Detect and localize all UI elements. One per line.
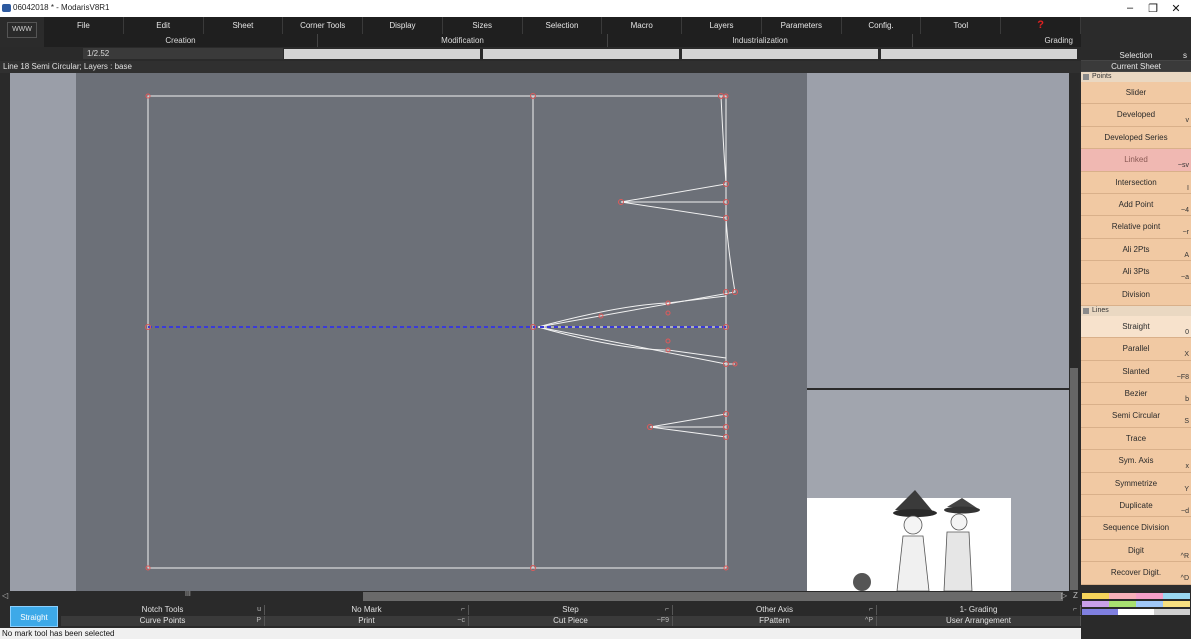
- tool-label: Semi Circular: [1111, 411, 1160, 421]
- tool-label: Add Point: [1118, 199, 1154, 209]
- tool-semi-circular[interactable]: Semi Circular S: [1081, 405, 1191, 428]
- grading-button[interactable]: 1- Grading ⌐: [877, 605, 1081, 615]
- tool-intersection[interactable]: Intersection I: [1081, 171, 1191, 194]
- tool-digit[interactable]: Digit ^R: [1081, 539, 1191, 563]
- tool-label: Intersection: [1115, 177, 1157, 187]
- button-label: Curve Points: [139, 616, 186, 625]
- tool-ali-2pts[interactable]: Ali 2Pts A: [1081, 238, 1191, 262]
- tool-division[interactable]: Division: [1081, 283, 1191, 306]
- current-sheet-button[interactable]: Current Sheet: [1081, 61, 1191, 72]
- button-label: FPattern: [759, 616, 790, 625]
- button-label: Step: [562, 605, 579, 614]
- print-button[interactable]: Print ~c: [265, 616, 469, 626]
- message-bar: No mark tool has been selected: [0, 628, 1081, 639]
- curve-points-button[interactable]: Curve Points P: [61, 616, 265, 626]
- size-palette[interactable]: [1081, 590, 1191, 639]
- scroll-left-arrow[interactable]: ◁: [2, 591, 8, 600]
- cut-piece-button[interactable]: Cut Piece ~F9: [469, 616, 673, 626]
- button-shortcut: ⌐: [664, 606, 669, 613]
- button-label: Other Axis: [756, 605, 793, 614]
- button-shortcut: ⌐: [1072, 606, 1077, 613]
- button-label: No Mark: [351, 605, 382, 614]
- tool-developed-series[interactable]: Developed Series: [1081, 126, 1191, 150]
- selection-shortcut: s: [1183, 51, 1187, 60]
- tool-trace[interactable]: Trace: [1081, 427, 1191, 451]
- button-shortcut: ⌐: [868, 606, 873, 613]
- tool-label: Straight: [1122, 321, 1150, 331]
- palette-row[interactable]: [1082, 601, 1190, 607]
- tool-label: Linked: [1124, 155, 1148, 165]
- tool-label: Division: [1121, 289, 1150, 299]
- button-label: Notch Tools: [141, 605, 184, 614]
- tool-ali-3pts[interactable]: Ali 3Pts ~a: [1081, 261, 1191, 284]
- scroll-grip: III: [185, 591, 191, 598]
- tool-label: Relative point: [1111, 222, 1161, 232]
- fpattern-button[interactable]: FPattern ^P: [673, 616, 877, 626]
- tool-label: Bezier: [1124, 389, 1148, 399]
- tool-bezier[interactable]: Bezier b: [1081, 383, 1191, 406]
- tool-symmetrize[interactable]: Symmetrize Y: [1081, 472, 1191, 496]
- tool-relative-point[interactable]: Relative point ~r: [1081, 216, 1191, 239]
- tool-label: Developed: [1116, 110, 1156, 120]
- button-shortcut: ~c: [457, 617, 465, 624]
- tool-linked[interactable]: Linked ~sv: [1081, 149, 1191, 172]
- horizontal-scroll-thumb[interactable]: [363, 592, 1063, 601]
- selection-label: Selection: [1119, 51, 1153, 60]
- tool-label: Duplicate: [1119, 501, 1153, 511]
- selection-header[interactable]: Selection s: [1081, 50, 1191, 61]
- tool-slanted[interactable]: Slanted ~F8: [1081, 360, 1191, 384]
- scroll-right-arrow[interactable]: ▷: [1061, 591, 1067, 600]
- tool-sym-axis[interactable]: Sym. Axis x: [1081, 450, 1191, 473]
- user-arrangement-button[interactable]: User Arrangement: [877, 616, 1081, 626]
- tool-straight[interactable]: Straight 0: [1081, 315, 1191, 339]
- button-shortcut: ~F9: [656, 617, 669, 624]
- tool-slider[interactable]: Slider: [1081, 82, 1191, 105]
- tool-label: Developed Series: [1104, 132, 1168, 142]
- button-label: Cut Piece: [553, 616, 588, 625]
- horizontal-scrollbar[interactable]: ◁ III ▷ Z: [0, 591, 1081, 602]
- tool-label: Slanted: [1122, 366, 1150, 376]
- tool-label: Symmetrize: [1114, 478, 1158, 488]
- zoom-z-label[interactable]: Z: [1073, 591, 1078, 600]
- tool-label: Ali 2Pts: [1122, 244, 1150, 254]
- tool-label: Ali 3Pts: [1122, 267, 1150, 277]
- tool-shortcut: ^D: [1180, 575, 1189, 583]
- tool-duplicate[interactable]: Duplicate ~d: [1081, 495, 1191, 518]
- button-label: Print: [358, 616, 375, 625]
- tool-add-point[interactable]: Add Point ~4: [1081, 193, 1191, 217]
- button-shortcut: ⌐: [460, 606, 465, 613]
- active-tool-indicator[interactable]: Straight: [10, 606, 58, 627]
- tool-label: Recover Digit.: [1110, 568, 1162, 578]
- tool-parallel[interactable]: Parallel X: [1081, 338, 1191, 361]
- tool-label: Sequence Division: [1102, 523, 1170, 533]
- tool-panel: Selection s Current Sheet Points Slider …: [1081, 50, 1191, 590]
- tool-label: Slider: [1125, 88, 1147, 97]
- pattern-drawing[interactable]: [0, 0, 1191, 639]
- notch-tools-button[interactable]: Notch Tools u: [61, 605, 265, 615]
- button-shortcut: u: [257, 606, 261, 613]
- button-shortcut: P: [256, 617, 261, 624]
- palette-row[interactable]: [1082, 593, 1190, 599]
- tool-label: Digit: [1127, 545, 1144, 555]
- no-mark-button[interactable]: No Mark ⌐: [265, 605, 469, 615]
- tool-label: Trace: [1125, 433, 1147, 443]
- points-section-header[interactable]: Points: [1081, 72, 1191, 82]
- button-label: User Arrangement: [946, 616, 1011, 625]
- palette-row[interactable]: [1082, 609, 1190, 615]
- button-shortcut: ^P: [865, 617, 873, 624]
- tool-sequence-division[interactable]: Sequence Division: [1081, 517, 1191, 540]
- button-label: 1- Grading: [959, 605, 998, 614]
- step-button[interactable]: Step ⌐: [469, 605, 673, 615]
- other-axis-button[interactable]: Other Axis ⌐: [673, 605, 877, 615]
- tool-label: Parallel: [1122, 344, 1150, 354]
- tool-label: Sym. Axis: [1118, 456, 1154, 466]
- tool-developed[interactable]: Developed v: [1081, 104, 1191, 127]
- lines-section-header[interactable]: Lines: [1081, 305, 1191, 316]
- tool-recover-digit[interactable]: Recover Digit. ^D: [1081, 562, 1191, 585]
